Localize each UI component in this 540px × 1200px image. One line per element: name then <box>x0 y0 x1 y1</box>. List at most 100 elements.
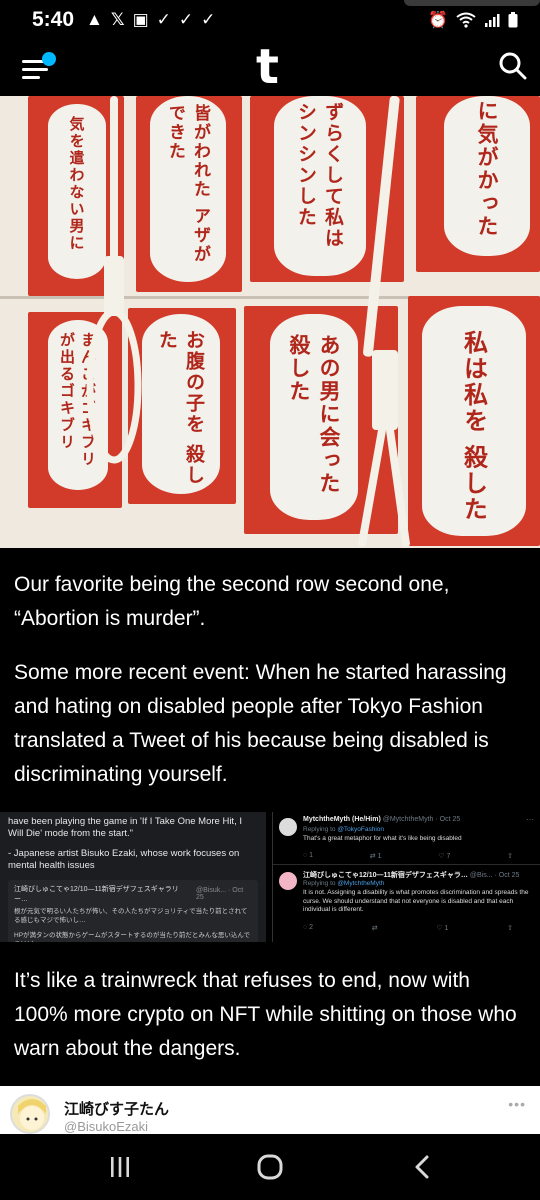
rope-loop <box>86 308 142 464</box>
recents-icon <box>111 1157 129 1177</box>
noose-rope <box>84 96 144 476</box>
art-pad: あの男に会った 殺した <box>270 314 358 520</box>
post-paragraph: Our favorite being the second row second… <box>14 573 450 630</box>
app-header: t <box>0 40 540 96</box>
notification-dot <box>42 52 56 66</box>
post-paragraph: It’s like a trainwreck that refuses to e… <box>14 969 517 1060</box>
art-pad: に気がかった <box>444 96 530 256</box>
recents-button[interactable] <box>100 1150 140 1184</box>
embedded-reply-line: Replying to @MytchtheMyth <box>303 880 384 887</box>
home-button[interactable] <box>250 1150 290 1184</box>
art-pad-text: あの男に会った 殺した <box>287 334 342 495</box>
embedded-tweet-actions: ◌ 1 ⇄ 1 ♡ 7 ⇧ <box>303 852 513 860</box>
embedded-tweet-meta: @Bis... · Oct 25 <box>469 872 520 879</box>
reply-handle: @MytchtheMyth <box>337 880 385 887</box>
art-pad-text: お腹の子を 殺した <box>156 330 205 486</box>
share-icon: ⇧ <box>507 853 513 860</box>
retweet-icon: ⇄ <box>371 925 378 932</box>
like-icon: ♡ 7 <box>438 853 451 860</box>
x-icon: 𝕏 <box>110 10 125 29</box>
profile-handle: @BisukoEzaki <box>64 1119 149 1134</box>
like-icon: ♡ 1 <box>436 925 449 932</box>
image-icon: ▣ <box>132 10 149 29</box>
embedded-reply-line: Replying to @TokyoFashion <box>303 826 384 833</box>
art-pad-text: ずらくして私は シンシンした <box>295 102 344 249</box>
embedded-tweet-name: 江崎びしゅこてゃ12/10—11新宿デザフェスギャラ… <box>303 872 468 879</box>
signal-icon <box>485 14 500 27</box>
embedded-tweet: 江崎びしゅこてゃ12/10—11新宿デザフェスギャラリー… @Bisuk... … <box>8 880 258 942</box>
embedded-profile-card[interactable]: 江崎びす子たん @BisukoEzaki ••• <box>0 1086 540 1136</box>
art-poster: に気がかった <box>416 96 540 272</box>
retweet-icon: ⇄ 1 <box>369 853 382 860</box>
art-poster: お腹の子を 殺した <box>128 308 236 504</box>
reply-prefix: Replying to <box>303 880 338 887</box>
avatar <box>279 872 297 890</box>
art-pad-text: 私は私を 殺した <box>459 330 489 523</box>
menu-icon-bar <box>22 76 40 79</box>
embedded-tweet-author: MytchtheMyth (He/Him) @MytchtheMyth · Oc… <box>303 816 460 823</box>
tumblr-logo[interactable]: t <box>256 42 279 92</box>
more-options-icon[interactable]: ••• <box>508 1096 526 1112</box>
check-icon: ✓ <box>178 10 194 29</box>
art-pad-text: に気がかった <box>475 100 500 238</box>
embedded-tweet-actions: ◌ 2 ⇄ ♡ 1 ⇧ <box>303 924 513 932</box>
menu-icon-bar <box>22 68 48 71</box>
embedded-screenshot[interactable]: have been playing the game in 'If I Take… <box>0 812 266 942</box>
check-icon: ✓ <box>156 10 171 29</box>
back-icon <box>415 1155 429 1179</box>
embedded-tweet-body: It is not. Assigning a disability is wha… <box>303 889 529 913</box>
status-notification-icons: ▲ 𝕏 ▣ ✓ ✓ ✓ <box>86 10 215 30</box>
art-pad: 私は私を 殺した <box>422 306 526 536</box>
art-poster: 私は私を 殺した <box>408 296 540 546</box>
art-pad-text: 皆がわれた アザができた <box>165 104 210 264</box>
avatar-illustration <box>18 1099 46 1130</box>
status-bar: 5:40 ▲ 𝕏 ▣ ✓ ✓ ✓ ⏰ <box>0 0 540 40</box>
embedded-caption: - Japanese artist Bisuko Ezaki, whose wo… <box>8 848 240 871</box>
rope-strand <box>385 426 411 548</box>
status-system-icons: ⏰ <box>428 10 518 30</box>
post-paragraph: Some more recent event: When he started … <box>14 661 507 786</box>
alarm-icon: ⏰ <box>428 12 448 29</box>
avatar[interactable] <box>10 1094 50 1134</box>
embedded-tweet-body: That's a great metaphor for what it's li… <box>303 835 462 842</box>
embedded-tweet-meta: @MytchtheMyth · Oct 25 <box>382 816 461 823</box>
home-icon <box>257 1154 283 1180</box>
embedded-tweet-name: 江崎びしゅこてゃ12/10—11新宿デザフェスギャラリー… <box>14 886 179 903</box>
embedded-tweet-author: 江崎びしゅこてゃ12/10—11新宿デザフェスギャラ… @Bis... · Oc… <box>303 870 519 880</box>
search-icon <box>499 52 527 80</box>
status-time: 5:40 <box>32 8 75 31</box>
reply-icon: ◌ 2 <box>303 924 314 931</box>
embedded-tweet-header: 江崎びしゅこてゃ12/10—11新宿デザフェスギャラリー… @Bisuk... … <box>14 884 252 904</box>
rope-knot <box>372 350 398 430</box>
art-pad: お腹の子を 殺した <box>142 314 220 494</box>
battery-icon <box>508 12 518 28</box>
search-button[interactable] <box>498 51 528 81</box>
post-image[interactable]: 気を遣わない男に 皆がわれた アザができた ずらくして私は シンシンした に気が… <box>0 96 540 548</box>
divider <box>273 864 540 865</box>
art-pad: 皆がわれた アザができた <box>150 96 226 282</box>
avatar <box>279 818 297 836</box>
rope-strand <box>362 96 400 358</box>
menu-button[interactable] <box>22 52 56 84</box>
embedded-quote: have been playing the game in 'If I Take… <box>8 816 242 839</box>
wifi-icon <box>456 12 476 28</box>
art-poster: 皆がわれた アザができた <box>136 96 242 292</box>
reply-icon: ◌ 1 <box>303 852 314 859</box>
embedded-tweet-body: 根が元気で明るい人たちが怖い、その人たちがマジョリティで当たり前とされてる感じも… <box>14 908 248 924</box>
reply-prefix: Replying to <box>303 826 338 833</box>
rope-strand <box>110 96 118 266</box>
embedded-tweet-meta: @Bisuk... · Oct 25 <box>195 887 244 901</box>
back-button[interactable] <box>402 1150 442 1184</box>
check-icon: ✓ <box>201 10 216 29</box>
status-overlay-pill <box>404 0 540 6</box>
embedded-tweet-name: MytchtheMyth (He/Him) <box>303 816 381 823</box>
reply-handle: @TokyoFashion <box>337 826 385 833</box>
embedded-screenshot[interactable]: MytchtheMyth (He/Him) @MytchtheMyth · Oc… <box>272 812 540 942</box>
rope-strand <box>357 426 387 548</box>
noose-rope <box>346 96 426 548</box>
system-nav-bar <box>0 1134 540 1200</box>
more-icon: ··· <box>526 815 534 824</box>
embedded-tweet-body: HPが満タンの状態からゲームがスタートするのが当たり前だとみんな思い込んでるけど <box>14 932 251 942</box>
profile-name: 江崎びす子たん <box>64 1100 170 1118</box>
warning-icon: ▲ <box>86 10 103 29</box>
